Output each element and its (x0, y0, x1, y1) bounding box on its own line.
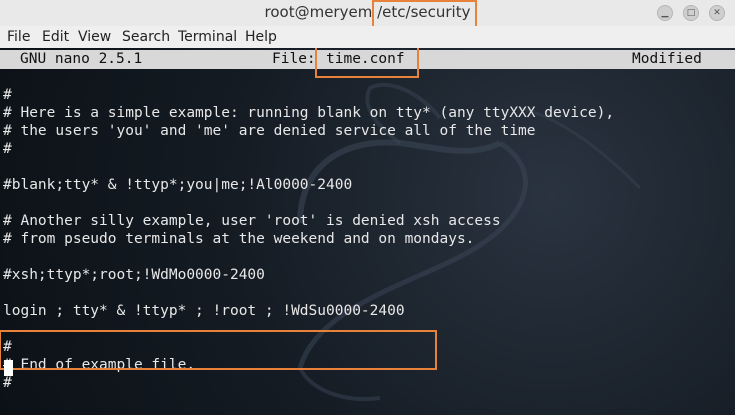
window-title: root@meryem /etc/security (0, 3, 735, 21)
editor-line: #blank;tty* & !ttyp*;you|me;!Al0000-2400 (3, 177, 353, 193)
editor-line: # Here is a simple example: running blan… (3, 105, 615, 121)
menu-terminal[interactable]: Terminal (178, 29, 237, 45)
menu-view[interactable]: View (78, 29, 111, 45)
nano-header: GNU nano 2.5.1 File: time.conf Modified (0, 48, 735, 78)
menu-edit[interactable]: Edit (42, 29, 69, 45)
close-button[interactable]: ✕ (709, 5, 725, 21)
nano-status: Modified (632, 51, 702, 67)
editor-text[interactable]: # # Here is a simple example: running bl… (0, 86, 615, 392)
highlight-box-login-line (0, 330, 437, 370)
editor-line: # (3, 375, 12, 391)
window-titlebar[interactable]: root@meryem /etc/security ▁ □ ✕ (0, 0, 735, 28)
minimize-button[interactable]: ▁ (657, 5, 673, 21)
editor-line: login ; tty* & !ttyp* ; !root ; !WdSu000… (3, 303, 405, 319)
editor-line: # the users 'you' and 'me' are denied se… (3, 123, 536, 139)
editor-line: # Another silly example, user 'root' is … (3, 213, 501, 229)
editor-line: # (3, 141, 12, 157)
highlight-box-path (372, 0, 477, 28)
terminal-area[interactable]: GNU nano 2.5.1 File: time.conf Modified … (0, 48, 735, 415)
maximize-button[interactable]: □ (683, 5, 699, 21)
editor-line: #xsh;ttyp*;root;!WdMo0000-2400 (3, 267, 265, 283)
menu-search[interactable]: Search (122, 29, 170, 45)
editor-line: # from pseudo terminals at the weekend a… (3, 231, 475, 247)
menu-file[interactable]: File (7, 29, 30, 45)
title-user: root@meryem (264, 3, 373, 21)
nano-version: GNU nano 2.5.1 (20, 51, 143, 67)
editor-line: # (3, 87, 12, 103)
menubar: File Edit View Search Terminal Help (0, 26, 735, 49)
text-cursor (4, 360, 13, 376)
highlight-box-file (315, 48, 419, 78)
menu-help[interactable]: Help (245, 29, 277, 45)
window-controls: ▁ □ ✕ (655, 3, 735, 23)
nano-file-label: File: (272, 51, 316, 67)
